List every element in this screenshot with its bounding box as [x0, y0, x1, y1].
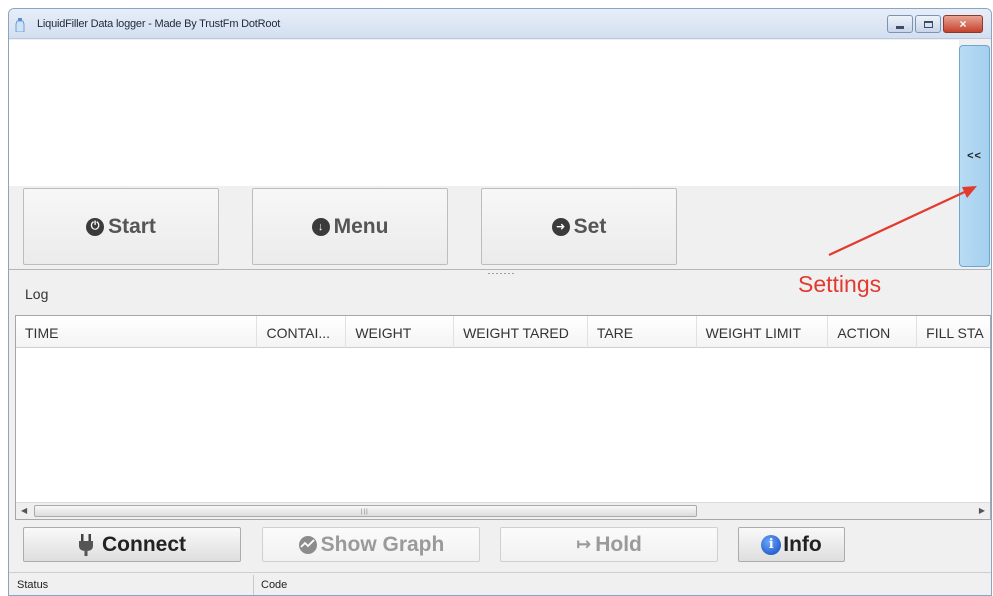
- status-bar: Status Code: [9, 572, 991, 595]
- power-icon: ⏻: [86, 217, 105, 236]
- info-icon: i: [761, 534, 782, 555]
- minimize-button[interactable]: [887, 15, 913, 33]
- column-header-weight-limit[interactable]: WEIGHT LIMIT: [697, 316, 829, 348]
- hold-button-label: Hold: [595, 532, 642, 556]
- set-button-label: Set: [573, 214, 607, 238]
- column-header-time[interactable]: TIME: [16, 316, 258, 348]
- splitter-grip-icon[interactable]: [487, 272, 515, 276]
- plug-icon: [79, 533, 93, 556]
- code-label: Code: [261, 579, 288, 591]
- status-divider: [253, 575, 254, 595]
- arrow-down-circle-icon: ↓: [311, 217, 330, 236]
- bottle-icon: [15, 18, 25, 32]
- start-button-label: Start: [108, 214, 156, 238]
- connect-button[interactable]: Connect: [23, 527, 241, 562]
- menu-button-label: Menu: [333, 214, 389, 238]
- menu-button[interactable]: ↓ Menu: [252, 188, 448, 265]
- scrollbar-thumb[interactable]: |||: [34, 505, 697, 517]
- maximize-icon: [923, 20, 933, 28]
- hold-arrow-icon: ↦: [576, 534, 592, 554]
- arrow-right-circle-icon: ➜: [551, 217, 570, 236]
- log-table-header: TIME CONTAI... WEIGHT WEIGHT TARED TARE …: [16, 316, 990, 348]
- log-label: Log: [25, 286, 49, 302]
- start-button[interactable]: ⏻ Start: [23, 188, 219, 265]
- column-header-tare[interactable]: TARE: [588, 316, 697, 348]
- maximize-button[interactable]: [915, 15, 941, 33]
- title-bar: LiquidFiller Data logger - Made By Trust…: [9, 9, 991, 39]
- window-controls: ×: [885, 15, 983, 33]
- scrollbar-grip-icon: |||: [361, 509, 369, 515]
- graph-globe-icon: [298, 535, 317, 554]
- settings-toggle-button[interactable]: <<: [959, 45, 990, 267]
- horizontal-scrollbar[interactable]: ◀ ||| ▶: [16, 502, 990, 519]
- app-window: LiquidFiller Data logger - Made By Trust…: [8, 8, 992, 596]
- info-button-label: Info: [783, 532, 822, 556]
- status-label: Status: [17, 579, 49, 591]
- show-graph-button[interactable]: Show Graph: [262, 527, 480, 562]
- window-title: LiquidFiller Data logger - Made By Trust…: [37, 18, 281, 30]
- column-header-container[interactable]: CONTAI...: [257, 316, 347, 348]
- close-button[interactable]: ×: [943, 15, 983, 33]
- log-table[interactable]: TIME CONTAI... WEIGHT WEIGHT TARED TARE …: [15, 315, 991, 520]
- column-header-weight[interactable]: WEIGHT: [346, 316, 455, 348]
- hold-button[interactable]: ↦ Hold: [500, 527, 718, 562]
- scroll-right-icon[interactable]: ▶: [979, 506, 985, 515]
- show-graph-button-label: Show Graph: [320, 532, 445, 556]
- connect-button-label: Connect: [102, 532, 186, 556]
- scroll-left-icon[interactable]: ◀: [21, 506, 27, 515]
- info-button[interactable]: i Info: [738, 527, 845, 562]
- settings-toggle-label: <<: [967, 150, 982, 162]
- settings-annotation: Settings: [798, 271, 882, 297]
- display-panel: [9, 40, 959, 186]
- set-button[interactable]: ➜ Set: [481, 188, 677, 265]
- minimize-icon: [896, 25, 904, 29]
- column-header-weight-tared[interactable]: WEIGHT TARED: [454, 316, 588, 348]
- column-header-fill-status[interactable]: FILL STA: [917, 316, 990, 348]
- close-icon: ×: [959, 17, 967, 31]
- column-header-action[interactable]: ACTION: [828, 316, 918, 348]
